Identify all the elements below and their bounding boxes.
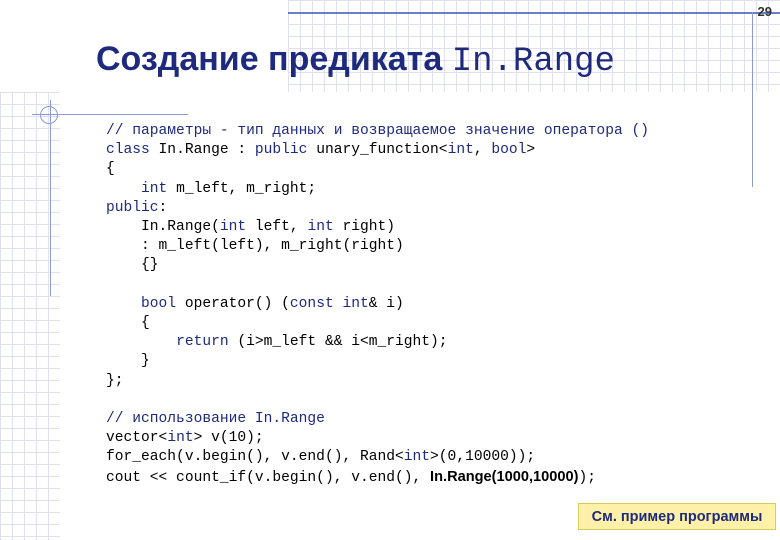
code-block: // параметры - тип данных и возвращаемое…: [106, 122, 649, 488]
code-text: >: [526, 142, 536, 159]
code-text: );: [578, 469, 597, 486]
code-text: In.Range(: [106, 219, 220, 236]
slide-title: Создание предиката In.Range: [96, 40, 615, 81]
code-keyword: const: [289, 295, 334, 312]
code-text: vector<: [106, 430, 168, 447]
top-rule: [288, 12, 780, 14]
code-keyword: return: [176, 334, 229, 351]
code-text: {}: [106, 257, 159, 274]
code-keyword: int: [167, 430, 194, 447]
code-text: In.Range :: [149, 142, 255, 159]
code-keyword: int: [141, 180, 168, 197]
code-keyword: bool: [141, 295, 177, 312]
code-text: {: [106, 161, 115, 178]
code-text: >(0,10000));: [430, 449, 536, 466]
code-text: cout << count_if(v.begin(), v.end(),: [106, 469, 431, 486]
code-text: }: [106, 353, 150, 370]
code-text: & i): [368, 295, 404, 312]
code-text: {: [106, 315, 150, 332]
code-keyword: bool: [491, 142, 527, 159]
title-text: Создание предиката: [96, 40, 452, 78]
code-text: operator() (: [176, 295, 290, 312]
right-rule: [752, 12, 753, 187]
code-keyword: public: [106, 199, 159, 216]
background-grid-left: [0, 92, 60, 540]
code-text: > v(10);: [193, 430, 264, 447]
title-code: In.Range: [451, 43, 615, 81]
code-comment: // параметры - тип данных и возвращаемое…: [106, 123, 649, 139]
code-text: unary_function<: [307, 142, 448, 159]
code-text: : m_left(left), m_right(right): [106, 238, 404, 255]
code-text: m_left, m_right;: [167, 180, 317, 197]
code-text: :: [158, 199, 168, 216]
page-number: 29: [757, 4, 772, 19]
see-example-button[interactable]: См. пример программы: [578, 503, 776, 530]
code-keyword: int: [342, 295, 369, 312]
code-keyword: public: [254, 142, 308, 159]
code-text: for_each(v.begin(), v.end(), Rand<: [106, 449, 404, 466]
code-text: left,: [246, 219, 308, 236]
code-keyword: int: [403, 449, 431, 466]
code-comment: // использование In.Range: [106, 411, 325, 428]
code-keyword: int: [219, 219, 247, 236]
crosshair-icon: [40, 106, 58, 124]
code-keyword: int: [307, 219, 334, 236]
left-vertical-rule: [50, 100, 51, 296]
code-text: (i>m_left && i<m_right);: [228, 334, 448, 351]
code-text: };: [106, 372, 124, 389]
code-keyword: class: [106, 142, 150, 159]
code-text: ,: [473, 142, 492, 159]
code-text: right): [333, 219, 396, 236]
code-keyword: int: [447, 142, 474, 159]
code-highlight: In.Range(1000,10000): [430, 468, 579, 485]
